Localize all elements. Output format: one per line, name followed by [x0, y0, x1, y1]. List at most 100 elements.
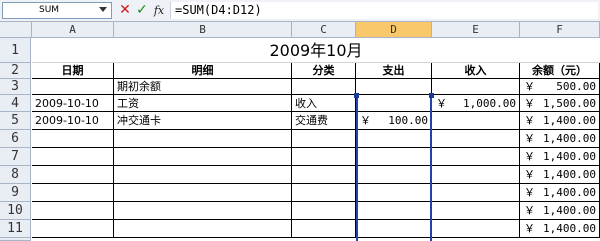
cell-balance[interactable]: ￥ 1,400.00 — [520, 220, 600, 238]
cell-detail[interactable] — [114, 202, 292, 220]
cancel-icon[interactable]: ✕ — [117, 2, 133, 19]
cell-category[interactable]: 收入 — [292, 95, 356, 112]
column-header-b[interactable]: B — [114, 22, 292, 38]
column-header-a[interactable]: A — [32, 22, 114, 38]
name-box-dropdown-icon[interactable] — [99, 7, 107, 12]
cell-income[interactable] — [432, 184, 520, 202]
formula-input[interactable]: =SUM(D4:D12) — [170, 2, 598, 19]
currency-symbol: ￥ — [524, 168, 535, 181]
cell-detail[interactable] — [114, 184, 292, 202]
name-box[interactable]: SUM — [2, 2, 112, 19]
currency-symbol: ￥ — [524, 132, 535, 145]
cell-balance[interactable]: ￥ 1,500.00 — [520, 95, 600, 112]
selection-handle-icon[interactable] — [354, 93, 359, 98]
cell-value: 期初余额 — [117, 80, 161, 93]
enter-icon[interactable]: ✓ — [134, 2, 150, 19]
cell-date[interactable] — [32, 148, 114, 166]
cell-date[interactable] — [32, 202, 114, 220]
cell-value: 500.00 — [556, 80, 596, 93]
row-header-10[interactable]: 10 — [0, 202, 31, 220]
cell-detail[interactable] — [114, 130, 292, 148]
cell-balance[interactable]: ￥ 1,400.00 — [520, 130, 600, 148]
row-header-7[interactable]: 7 — [0, 148, 31, 166]
cell-detail[interactable] — [114, 220, 292, 238]
select-all-corner[interactable] — [0, 22, 32, 38]
row-header-6[interactable]: 6 — [0, 130, 31, 148]
cell-value: 2009-10-10 — [35, 114, 99, 127]
cell-value: 1,500.00 — [543, 97, 596, 110]
currency-symbol: ￥ — [524, 150, 535, 163]
row-header-5[interactable]: 5 — [0, 112, 31, 130]
cell-date[interactable] — [32, 79, 114, 95]
cell-category[interactable]: 交通费 — [292, 112, 356, 130]
cell-category[interactable] — [292, 130, 356, 148]
header-category[interactable]: 分类 — [292, 63, 356, 79]
cell-balance[interactable]: ￥ 1,400.00 — [520, 184, 600, 202]
cell-category[interactable] — [292, 166, 356, 184]
row-header-2[interactable]: 2 — [0, 63, 31, 79]
cell-income[interactable] — [432, 166, 520, 184]
cell-balance[interactable]: ￥ 1,400.00 — [520, 166, 600, 184]
column-header-c[interactable]: C — [292, 22, 356, 38]
cell-detail[interactable] — [114, 166, 292, 184]
cell-date[interactable]: 2009-10-10 — [32, 95, 114, 112]
selection-range — [356, 95, 432, 241]
row-header-1[interactable]: 1 — [0, 38, 31, 63]
header-income[interactable]: 收入 — [432, 63, 520, 79]
cell-detail[interactable] — [114, 148, 292, 166]
cell-category[interactable] — [292, 220, 356, 238]
cell-value: 1,400.00 — [543, 222, 596, 235]
cell-value: 1,400.00 — [543, 114, 596, 127]
cell-date[interactable] — [32, 184, 114, 202]
currency-symbol: ￥ — [524, 204, 535, 217]
insert-function-icon[interactable]: fx — [151, 2, 167, 19]
currency-symbol: ￥ — [524, 114, 535, 127]
cell-date[interactable] — [32, 166, 114, 184]
row-header-8[interactable]: 8 — [0, 166, 31, 184]
currency-symbol: ￥ — [524, 186, 535, 199]
cell-balance[interactable]: ￥ 1,400.00 — [520, 148, 600, 166]
cell-category[interactable] — [292, 184, 356, 202]
column-header-e[interactable]: E — [432, 22, 520, 38]
cell-balance[interactable]: ￥ 1,400.00 — [520, 112, 600, 130]
cell-category[interactable] — [292, 79, 356, 95]
cell-income[interactable] — [432, 202, 520, 220]
cell-value: 1,400.00 — [543, 186, 596, 199]
cell-income[interactable] — [432, 112, 520, 130]
formula-bar: SUM ✕ ✓ fx =SUM(D4:D12) — [0, 0, 600, 22]
cell-value: 2009-10-10 — [35, 97, 99, 110]
column-header-d[interactable]: D — [356, 22, 432, 38]
header-balance[interactable]: 余额（元） — [520, 63, 600, 79]
cell-date[interactable]: 2009-10-10 — [32, 112, 114, 130]
cell-value: 1,400.00 — [543, 132, 596, 145]
cell-detail[interactable]: 冲交通卡 — [114, 112, 292, 130]
row-header-11[interactable]: 11 — [0, 220, 31, 238]
cell-detail[interactable]: 工资 — [114, 95, 292, 112]
cell-expense[interactable] — [356, 79, 432, 95]
cell-date[interactable] — [32, 220, 114, 238]
selection-handle-icon[interactable] — [429, 93, 434, 98]
currency-symbol: ￥ — [524, 97, 535, 110]
cell-category[interactable] — [292, 202, 356, 220]
column-header-f[interactable]: F — [520, 22, 600, 38]
cell-income[interactable] — [432, 148, 520, 166]
row-header-3[interactable]: 3 — [0, 79, 31, 95]
cell-date[interactable] — [32, 130, 114, 148]
cell-income[interactable] — [432, 220, 520, 238]
header-expense[interactable]: 支出 — [356, 63, 432, 79]
header-date[interactable]: 日期 — [32, 63, 114, 79]
cell-detail[interactable]: 期初余额 — [114, 79, 292, 95]
cell-income[interactable]: ￥ 1,000.00 — [432, 95, 520, 112]
cell-value: 1,400.00 — [543, 168, 596, 181]
header-detail[interactable]: 明细 — [114, 63, 292, 79]
cell-balance[interactable]: ￥ 500.00 — [520, 79, 600, 95]
row-header-9[interactable]: 9 — [0, 184, 31, 202]
cell-category[interactable] — [292, 148, 356, 166]
cell-income[interactable] — [432, 130, 520, 148]
cell-income[interactable] — [432, 79, 520, 95]
row-header-4[interactable]: 4 — [0, 95, 31, 112]
currency-symbol: ￥ — [524, 80, 535, 93]
cell-balance[interactable]: ￥ 1,400.00 — [520, 202, 600, 220]
cell-value: 冲交通卡 — [117, 114, 161, 127]
cell-value: 1,400.00 — [543, 204, 596, 217]
